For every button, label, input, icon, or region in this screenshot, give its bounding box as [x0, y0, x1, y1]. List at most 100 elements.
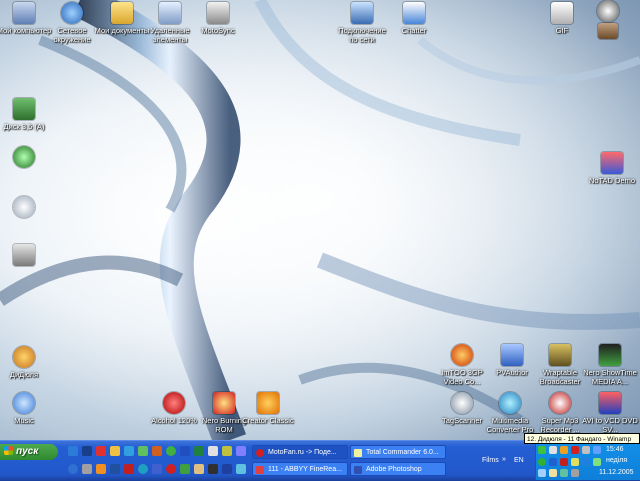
tray-mail-icon[interactable]: [549, 458, 557, 466]
pvauthor-icon: [501, 344, 523, 366]
desktop-icon-notad[interactable]: NoTAD Demo: [584, 152, 640, 185]
desktop-icon-cd-drive[interactable]: [0, 196, 52, 220]
start-button[interactable]: пуск: [0, 444, 58, 460]
desktop-icon-floppy[interactable]: Диск 3,5 (A): [0, 98, 52, 131]
tray-antivirus-icon[interactable]: [571, 446, 579, 454]
desktop-icon-imtoo[interactable]: ImTOO 3GP Video Co...: [434, 344, 490, 386]
network-connection-icon: [351, 2, 373, 24]
opera-icon: [256, 449, 264, 457]
quicklaunch-camera-icon[interactable]: [124, 464, 134, 474]
desktop-icon-motorola[interactable]: [580, 0, 636, 41]
clock-date: 11.12.2005: [599, 469, 634, 476]
desktop-icon-motosync[interactable]: MotoSync: [190, 2, 246, 35]
tray-ati-icon[interactable]: [560, 458, 568, 466]
quicklaunch-browser-icon[interactable]: [124, 446, 134, 456]
tray-chat-icon[interactable]: [538, 458, 546, 466]
floppy-icon: [13, 98, 35, 120]
quicklaunch-explorer-icon[interactable]: [68, 464, 78, 474]
winamp-tooltip: 12. Дидюля - 11 Фандаго - Winamp: [524, 433, 640, 444]
broadcaster-icon: [549, 344, 571, 366]
quicklaunch-opera-icon[interactable]: [166, 464, 176, 474]
converter-icon: [499, 392, 521, 414]
music-icon: [13, 392, 35, 414]
nero-icon: [213, 392, 235, 414]
task-button-total-commander[interactable]: Total Commander 6.0...: [350, 445, 446, 459]
desktop-icon-recorder[interactable]: Super Mp3 Recorder ...: [532, 392, 588, 434]
quicklaunch-terminal-icon[interactable]: [208, 464, 218, 474]
imtoo-icon: [451, 344, 473, 366]
quicklaunch-more-icon[interactable]: [236, 446, 246, 456]
quicklaunch-photo-icon[interactable]: [152, 464, 162, 474]
quicklaunch-edit-icon[interactable]: [208, 446, 218, 456]
quicklaunch-player-icon[interactable]: [110, 464, 120, 474]
clock-day: неділя: [606, 457, 628, 464]
tray-app-icon[interactable]: [593, 446, 601, 454]
quicklaunch-word-icon[interactable]: [180, 446, 190, 456]
desktop-icon-music[interactable]: Music: [0, 392, 52, 425]
task-button-motofan[interactable]: MotoFan.ru -> Поде...: [252, 445, 348, 459]
motosync-icon: [207, 2, 229, 24]
joystick-icon: [13, 146, 35, 168]
tray-shield-icon[interactable]: [549, 446, 557, 454]
tray-winamp-icon[interactable]: [560, 446, 568, 454]
recorder-icon: [549, 392, 571, 414]
desktop-icon-converter[interactable]: Multimedia Converter Pro: [482, 392, 538, 434]
quicklaunch-docs-icon[interactable]: [194, 464, 204, 474]
films-toolbar-label[interactable]: Films: [482, 457, 499, 464]
alcohol-icon: [163, 392, 185, 414]
task-button-abbyy[interactable]: 111 - ABBYY FineRea...: [252, 462, 348, 476]
desktop-icon-chatter[interactable]: Chatter: [386, 2, 442, 35]
tray-network-icon[interactable]: [538, 446, 546, 454]
clock-time[interactable]: 15:46: [606, 446, 624, 453]
quicklaunch-excel-icon[interactable]: [194, 446, 204, 456]
desktop-icon-broadcaster[interactable]: Wraptable Broadcaster: [532, 344, 588, 386]
recycle-bin-icon: [159, 2, 181, 24]
quicklaunch-shield-icon[interactable]: [180, 464, 190, 474]
motorola-shortcut-icon: [598, 23, 618, 39]
notad-icon: [601, 152, 623, 174]
desktop-icon-joystick[interactable]: [0, 146, 52, 170]
quicklaunch-ps-icon[interactable]: [222, 464, 232, 474]
quicklaunch-chrome-icon[interactable]: [166, 446, 176, 456]
language-indicator[interactable]: EN: [514, 457, 524, 464]
quicklaunch-media-icon[interactable]: [152, 446, 162, 456]
quicklaunch-run-icon[interactable]: [82, 464, 92, 474]
tray-update-icon[interactable]: [593, 458, 601, 466]
quicklaunch-pen-icon[interactable]: [222, 446, 232, 456]
abbyy-icon: [256, 466, 264, 474]
quicklaunch-extra-icon[interactable]: [236, 464, 246, 474]
total-commander-icon: [354, 449, 362, 457]
desktop-icon-media[interactable]: Nero ShowTime MEDIA A...: [582, 344, 638, 386]
quicklaunch-winamp-icon[interactable]: [96, 464, 106, 474]
motorola-icon: [597, 0, 619, 22]
task-button-photoshop[interactable]: Adobe Photoshop: [350, 462, 446, 476]
tray-sync-icon[interactable]: [560, 469, 568, 477]
quicklaunch-app-icon[interactable]: [96, 446, 106, 456]
desktop-icon-usb-drive[interactable]: [0, 244, 52, 268]
desktop-icon-didyulya[interactable]: ДиДюля: [0, 346, 52, 379]
quicklaunch-desktop-icon[interactable]: [68, 446, 78, 456]
quicklaunch-save-icon[interactable]: [82, 446, 92, 456]
creator-icon: [257, 392, 279, 414]
usb-drive-icon: [13, 244, 35, 266]
tray-monitor-icon[interactable]: [538, 469, 546, 477]
network-icon: [61, 2, 83, 24]
quicklaunch-tool-icon[interactable]: [138, 446, 148, 456]
tray-security-icon[interactable]: [549, 469, 557, 477]
didyulya-icon: [13, 346, 35, 368]
quicklaunch-disk-icon[interactable]: [138, 464, 148, 474]
desktop-icon-avi[interactable]: AVI to VCD DVD SV...: [582, 392, 638, 434]
desktop-icon-creator[interactable]: Creator Classic: [240, 392, 296, 425]
tray-player-icon[interactable]: [582, 458, 590, 466]
tray-usb-icon[interactable]: [571, 458, 579, 466]
desktop-icon-network-connection[interactable]: Подключение по сети: [334, 2, 390, 44]
desktop-icon-alcohol[interactable]: Alcohol 120%: [146, 392, 202, 425]
tray-power-icon[interactable]: [571, 469, 579, 477]
cd-drive-icon: [13, 196, 35, 218]
media-icon: [599, 344, 621, 366]
photoshop-icon: [354, 466, 362, 474]
chevron-right-icon[interactable]: »: [502, 456, 506, 463]
tray-volume-icon[interactable]: [582, 446, 590, 454]
desktop-icon-network[interactable]: Сетевое окружение: [44, 2, 100, 44]
quicklaunch-mail-icon[interactable]: [110, 446, 120, 456]
